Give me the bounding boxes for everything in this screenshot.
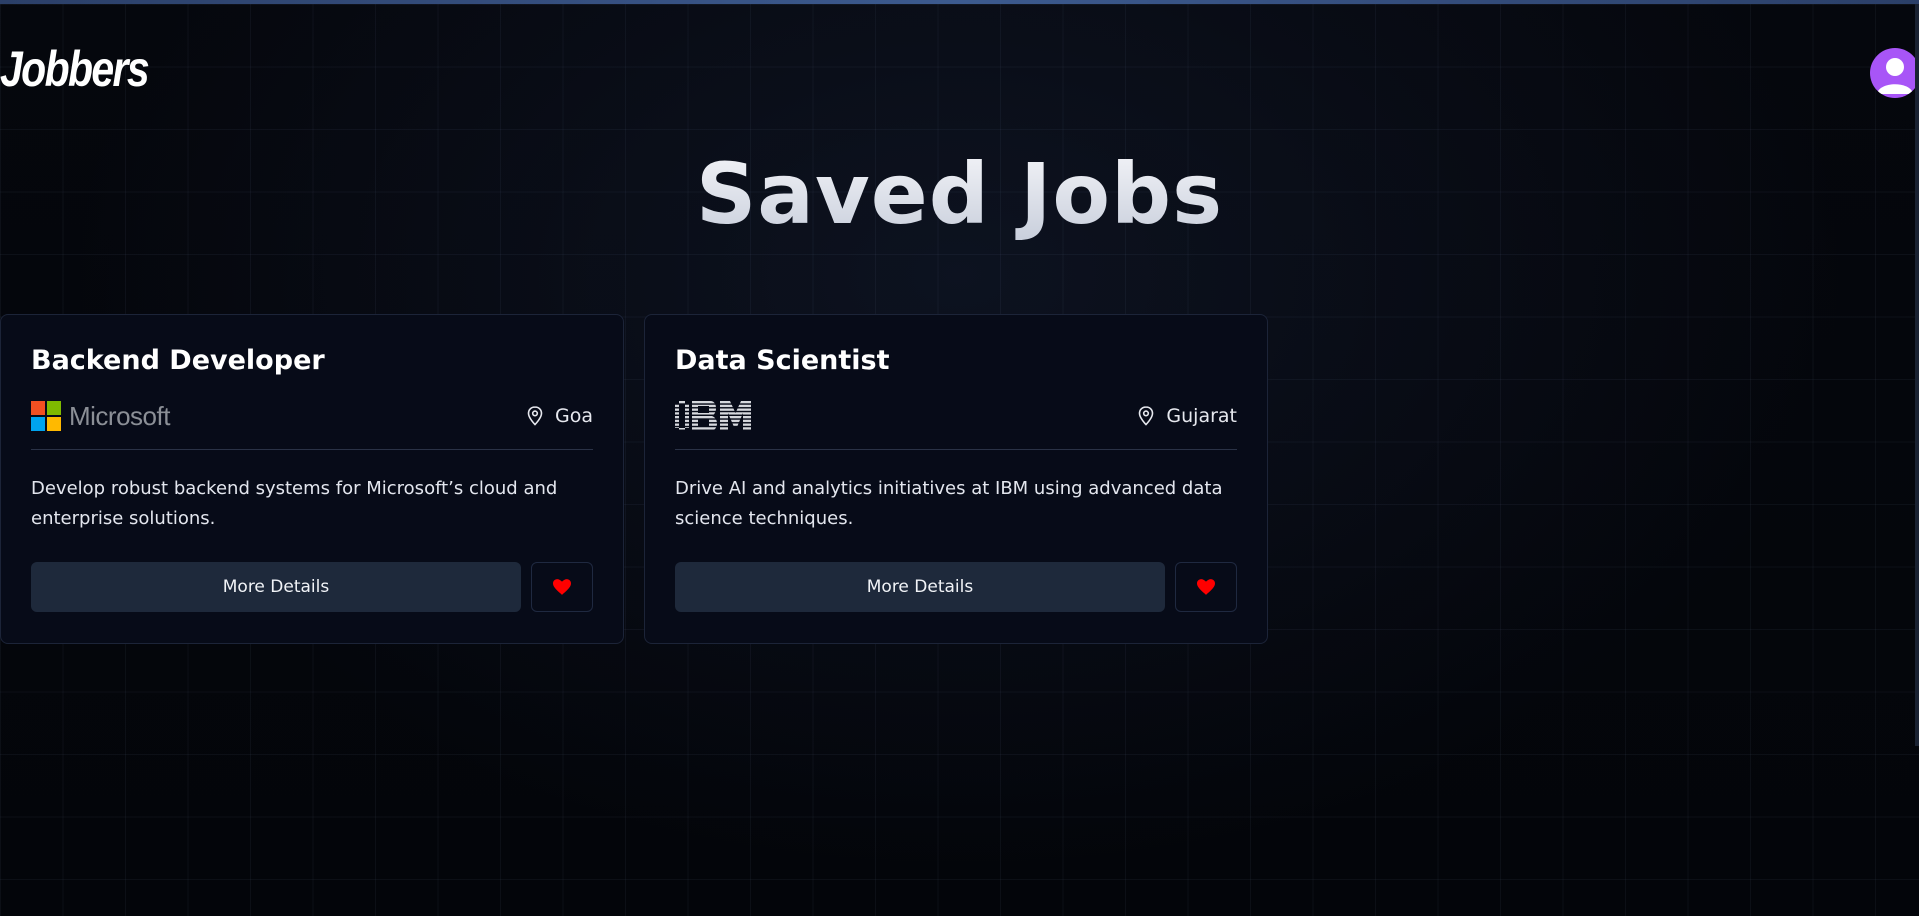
- top-accent-line: [0, 0, 1919, 4]
- job-location: Gujarat: [1138, 405, 1237, 427]
- job-title: Backend Developer: [31, 345, 325, 376]
- app-logo[interactable]: Jobbers: [0, 44, 150, 94]
- ibm-logo-icon: [675, 401, 751, 432]
- more-details-button[interactable]: More Details: [675, 562, 1165, 613]
- user-avatar[interactable]: [1870, 48, 1919, 98]
- map-pin-icon: [1139, 406, 1154, 427]
- job-card: Data Scientist Gujarat Drive AI and anal…: [644, 314, 1268, 644]
- unsave-job-button[interactable]: [531, 562, 593, 613]
- heart-icon: [1197, 579, 1215, 596]
- company-logo-ibm: [675, 401, 751, 432]
- job-card: Backend Developer Microsoft Goa Develop …: [0, 314, 624, 644]
- job-location: Goa: [527, 405, 593, 427]
- page: Jobbers Saved Jobs Backend Developer Mic…: [0, 0, 1919, 916]
- unsave-job-button[interactable]: [1175, 562, 1237, 613]
- map-pin-icon: [527, 406, 543, 427]
- job-meta: Gujarat: [675, 399, 1237, 451]
- saved-jobs-list: Backend Developer Microsoft Goa Develop …: [0, 314, 1268, 644]
- company-logo-microsoft: Microsoft: [31, 401, 170, 432]
- more-details-button[interactable]: More Details: [31, 562, 521, 613]
- job-actions: More Details: [31, 562, 593, 613]
- location-label: Gujarat: [1166, 405, 1237, 428]
- heart-icon: [553, 579, 571, 596]
- company-name: Microsoft: [69, 400, 170, 431]
- job-meta: Microsoft Goa: [31, 399, 593, 451]
- job-title: Data Scientist: [675, 345, 890, 376]
- location-label: Goa: [555, 405, 593, 428]
- job-description: Drive AI and analytics initiatives at IB…: [675, 478, 1223, 530]
- scrollbar[interactable]: [1915, 4, 1919, 746]
- job-actions: More Details: [675, 562, 1237, 613]
- user-icon: [1877, 58, 1913, 94]
- job-description: Develop robust backend systems for Micro…: [31, 478, 558, 530]
- page-title: Saved Jobs: [0, 148, 1919, 241]
- microsoft-logo-icon: [31, 401, 61, 432]
